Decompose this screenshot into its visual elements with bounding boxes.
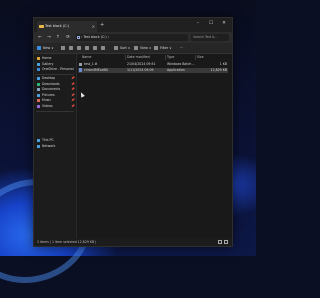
table-row[interactable]: chron4MELaBG 1/11/2024 09:09 Application…	[78, 67, 228, 73]
new-button[interactable]: New ∨	[43, 43, 54, 54]
batch-file-icon	[79, 62, 82, 67]
column-header-size[interactable]: Size	[197, 55, 204, 60]
column-header-type[interactable]: Type	[167, 55, 174, 60]
address-bar: ← → ↑ ⟳ › Test block (C:) › Search Test …	[34, 32, 232, 43]
file-date: 1/11/2024 09:09	[127, 67, 154, 72]
computer-icon	[77, 35, 80, 39]
sidebar-item-videos[interactable]: Videos 📌	[34, 104, 77, 110]
tab-bar: Test block (C:) × + – ☐ ✕	[34, 18, 232, 32]
file-name: chron4MELaBG	[84, 67, 109, 72]
sort-icon	[114, 46, 118, 50]
gallery-icon	[36, 62, 40, 66]
more-options-button[interactable]: ···	[180, 43, 183, 54]
cloud-icon	[36, 68, 40, 72]
back-button[interactable]: ←	[36, 32, 44, 43]
computer-icon	[36, 139, 40, 143]
folder-icon	[39, 24, 44, 28]
status-text: 2 items | 1 item selected 12,829 KB |	[37, 240, 97, 244]
sidebar-item-network[interactable]: Network	[34, 144, 77, 150]
tiles-view-icon[interactable]	[224, 240, 228, 244]
file-name: test_1.tt	[84, 62, 98, 66]
command-bar: New ∨ Sort ∨ View ∨ Filter ∨ ···	[34, 43, 232, 54]
share-icon[interactable]	[93, 46, 97, 50]
sidebar-item-label: Pictures	[42, 92, 55, 97]
view-button[interactable]: View ∨	[140, 43, 151, 54]
tab-title: Test block (C:)	[45, 24, 69, 28]
column-divider[interactable]	[195, 55, 196, 60]
file-type: Application	[167, 67, 185, 72]
filter-button[interactable]: Filter ∨	[160, 43, 172, 54]
column-divider[interactable]	[165, 55, 166, 60]
file-explorer-window: Test block (C:) × + – ☐ ✕ ← → ↑ ⟳ › Test…	[33, 17, 233, 247]
new-icon	[37, 46, 41, 50]
address-field[interactable]: › Test block (C:) ›	[76, 34, 188, 41]
sidebar-item-label: Documents	[42, 87, 61, 91]
desktop-icon	[36, 77, 40, 81]
file-list: Name Date modified Type Size test_1.tt 2…	[77, 54, 232, 238]
filter-icon	[154, 46, 158, 50]
maximize-button[interactable]: ☐	[205, 18, 217, 29]
document-icon	[36, 88, 40, 92]
video-icon	[36, 104, 40, 108]
sidebar-item-label: Home	[42, 56, 52, 60]
delete-icon[interactable]	[101, 46, 105, 50]
sidebar-item-onedrive[interactable]: OneDrive - Personal	[34, 67, 77, 73]
file-size: 12,829 KB	[210, 67, 227, 72]
address-path: › Test block (C:) ›	[81, 35, 110, 39]
picture-icon	[36, 93, 40, 97]
sidebar-item-label: This PC	[42, 138, 54, 142]
sidebar-item-label: OneDrive - Personal	[42, 67, 74, 71]
download-icon	[36, 82, 40, 86]
paste-icon[interactable]	[77, 46, 81, 50]
view-icon	[134, 46, 138, 50]
divider	[36, 111, 74, 112]
close-button[interactable]: ✕	[218, 18, 230, 29]
details-view-icon[interactable]	[218, 240, 222, 244]
sidebar-item-label: Network	[42, 143, 56, 148]
up-button[interactable]: ↑	[54, 32, 62, 43]
table-row[interactable]: test_1.tt 21/04/2024 09:51 Windows Batch…	[78, 62, 228, 67]
navigation-pane: Home Gallery OneDrive - Personal Desktop…	[34, 54, 77, 238]
network-icon	[36, 144, 40, 148]
column-header-name[interactable]: Name	[82, 55, 91, 60]
column-divider[interactable]	[125, 55, 126, 60]
file-size: 1 KB	[219, 62, 227, 66]
search-input[interactable]: Search Test b...	[191, 34, 229, 41]
minimize-button[interactable]: –	[192, 18, 204, 29]
divider	[36, 74, 74, 75]
new-tab-button[interactable]: +	[100, 21, 104, 30]
forward-button[interactable]: →	[45, 32, 53, 43]
file-type: Windows Batch ...	[167, 62, 195, 66]
sort-button[interactable]: Sort ∨	[120, 43, 130, 54]
tab-close-icon[interactable]: ×	[92, 21, 95, 32]
sidebar-item-label: Music	[42, 98, 52, 102]
sidebar-item-label: Desktop	[42, 76, 56, 80]
rename-icon[interactable]	[85, 46, 89, 50]
column-header-date[interactable]: Date modified	[127, 55, 150, 60]
application-icon	[79, 68, 82, 72]
sidebar-item-label: Videos	[42, 103, 53, 108]
cut-icon[interactable]	[61, 46, 65, 50]
music-icon	[36, 99, 40, 103]
sidebar-item-label: Downloads	[42, 81, 60, 86]
tab-test-block[interactable]: Test block (C:) ×	[37, 21, 97, 32]
copy-icon[interactable]	[69, 46, 73, 50]
home-icon	[36, 57, 40, 61]
sidebar-item-label: Gallery	[42, 61, 54, 66]
pin-icon: 📌	[71, 103, 75, 108]
status-bar: 2 items | 1 item selected 12,829 KB |	[34, 238, 232, 246]
file-date: 21/04/2024 09:51	[127, 62, 156, 66]
refresh-button[interactable]: ⟳	[64, 32, 72, 43]
